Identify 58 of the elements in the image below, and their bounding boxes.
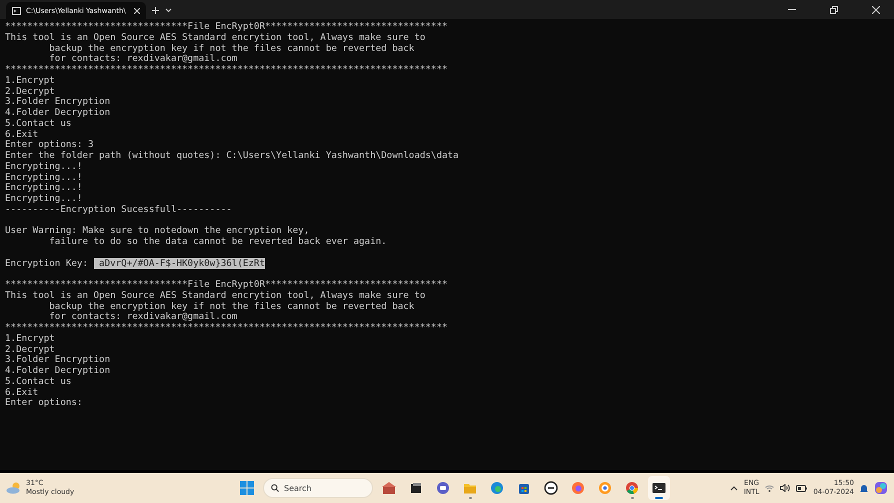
terminal-line: ******************************************************************************** xyxy=(5,65,448,76)
plus-icon[interactable] xyxy=(152,7,159,14)
bell-icon[interactable] xyxy=(860,484,868,492)
terminal-line: 1.Encrypt xyxy=(5,76,55,86)
terminal-line: for contacts: rexdivakar@gmail.com xyxy=(48,312,238,323)
terminal-line: *********************************File EncRypt0R********************************* xyxy=(5,22,448,33)
terminal-line: 5.Contact us xyxy=(5,118,72,130)
close-icon[interactable] xyxy=(134,8,140,14)
terminal-line: 4.Folder Decryption xyxy=(5,366,110,377)
terminal-line: 2.Decrypt xyxy=(5,86,55,97)
ring-logo-icon xyxy=(598,481,612,495)
search-field[interactable]: Search xyxy=(263,478,373,498)
minimize-icon xyxy=(788,9,796,10)
terminal-line: 2.Decrypt xyxy=(5,344,55,355)
close-icon xyxy=(872,6,880,14)
cloudy-weather-icon xyxy=(6,482,22,494)
terminal-line: Encrypting...! xyxy=(5,162,82,172)
terminal-line: User Warning: Make sure to notedown the encryption key, xyxy=(5,226,310,237)
battery-icon[interactable] xyxy=(796,484,808,492)
terminal-line: Enter options: xyxy=(5,398,82,409)
circle-logo-icon xyxy=(544,481,558,495)
terminal-line: This tool is an Open Source AES Standard encrytion tool, Always make sure to xyxy=(5,290,426,302)
terminal-line: 6.Exit xyxy=(5,388,38,398)
terminal-icon xyxy=(652,481,666,495)
search-icon xyxy=(271,484,279,492)
wifi-icon[interactable] xyxy=(765,484,774,492)
terminal-line: for contacts: rexdivakar@gmail.com xyxy=(48,54,238,65)
terminal-line: ----------Encryption Sucessfull---------- xyxy=(5,204,232,216)
restore-icon xyxy=(830,6,838,14)
terminal-line: 3.Folder Encryption xyxy=(5,355,110,366)
folder-icon xyxy=(463,481,477,495)
terminal-line: Encrypting...! xyxy=(5,172,82,183)
speaker-icon[interactable] xyxy=(780,484,790,492)
terminal-line: 4.Folder Decryption xyxy=(5,108,110,119)
terminal-line: Encryption Key: xyxy=(5,258,89,268)
terminal-line: backup the encryption key if not the files cannot be reverted back xyxy=(48,302,414,312)
window-stack-icon xyxy=(409,481,423,495)
selected-text: aDvrQ+/#OA-F$-HK0yk0w}36l(EzRt xyxy=(94,258,265,268)
terminal-line: 5.Contact us xyxy=(5,376,72,388)
terminal-line: failure to do so the data cannot be reverted back ever again. xyxy=(48,237,387,248)
chat-bubble-icon xyxy=(436,481,450,495)
chevron-up-icon[interactable] xyxy=(730,486,738,490)
terminal-line: Encrypting...! xyxy=(5,183,82,194)
terminal-line: Encrypting...! xyxy=(5,194,82,205)
taskbar-app-button[interactable] xyxy=(648,476,670,500)
terminal-line: This tool is an Open Source AES Standard encrytion tool, Always make sure to xyxy=(5,32,426,44)
terminal-line: 3.Folder Encryption xyxy=(5,97,110,108)
terminal-line: 1.Encrypt xyxy=(5,334,55,344)
terminal-icon xyxy=(12,6,21,14)
terminal-line: Enter the folder path (without quotes): C:\Users\Yellanki Yashwanth\Downloads\data xyxy=(5,151,459,162)
chevron-down-icon[interactable] xyxy=(165,8,172,13)
windows-logo-icon xyxy=(240,481,254,495)
terminal-line: *********************************File EncRypt0R********************************* xyxy=(5,280,448,291)
terminal-line: 6.Exit xyxy=(5,130,38,140)
terminal-line: ******************************************************************************** xyxy=(5,323,448,334)
terminal-line: backup the encryption key if not the files cannot be reverted back xyxy=(48,44,414,54)
building-icon xyxy=(382,481,396,495)
terminal-line: Enter options: 3 xyxy=(5,140,94,151)
